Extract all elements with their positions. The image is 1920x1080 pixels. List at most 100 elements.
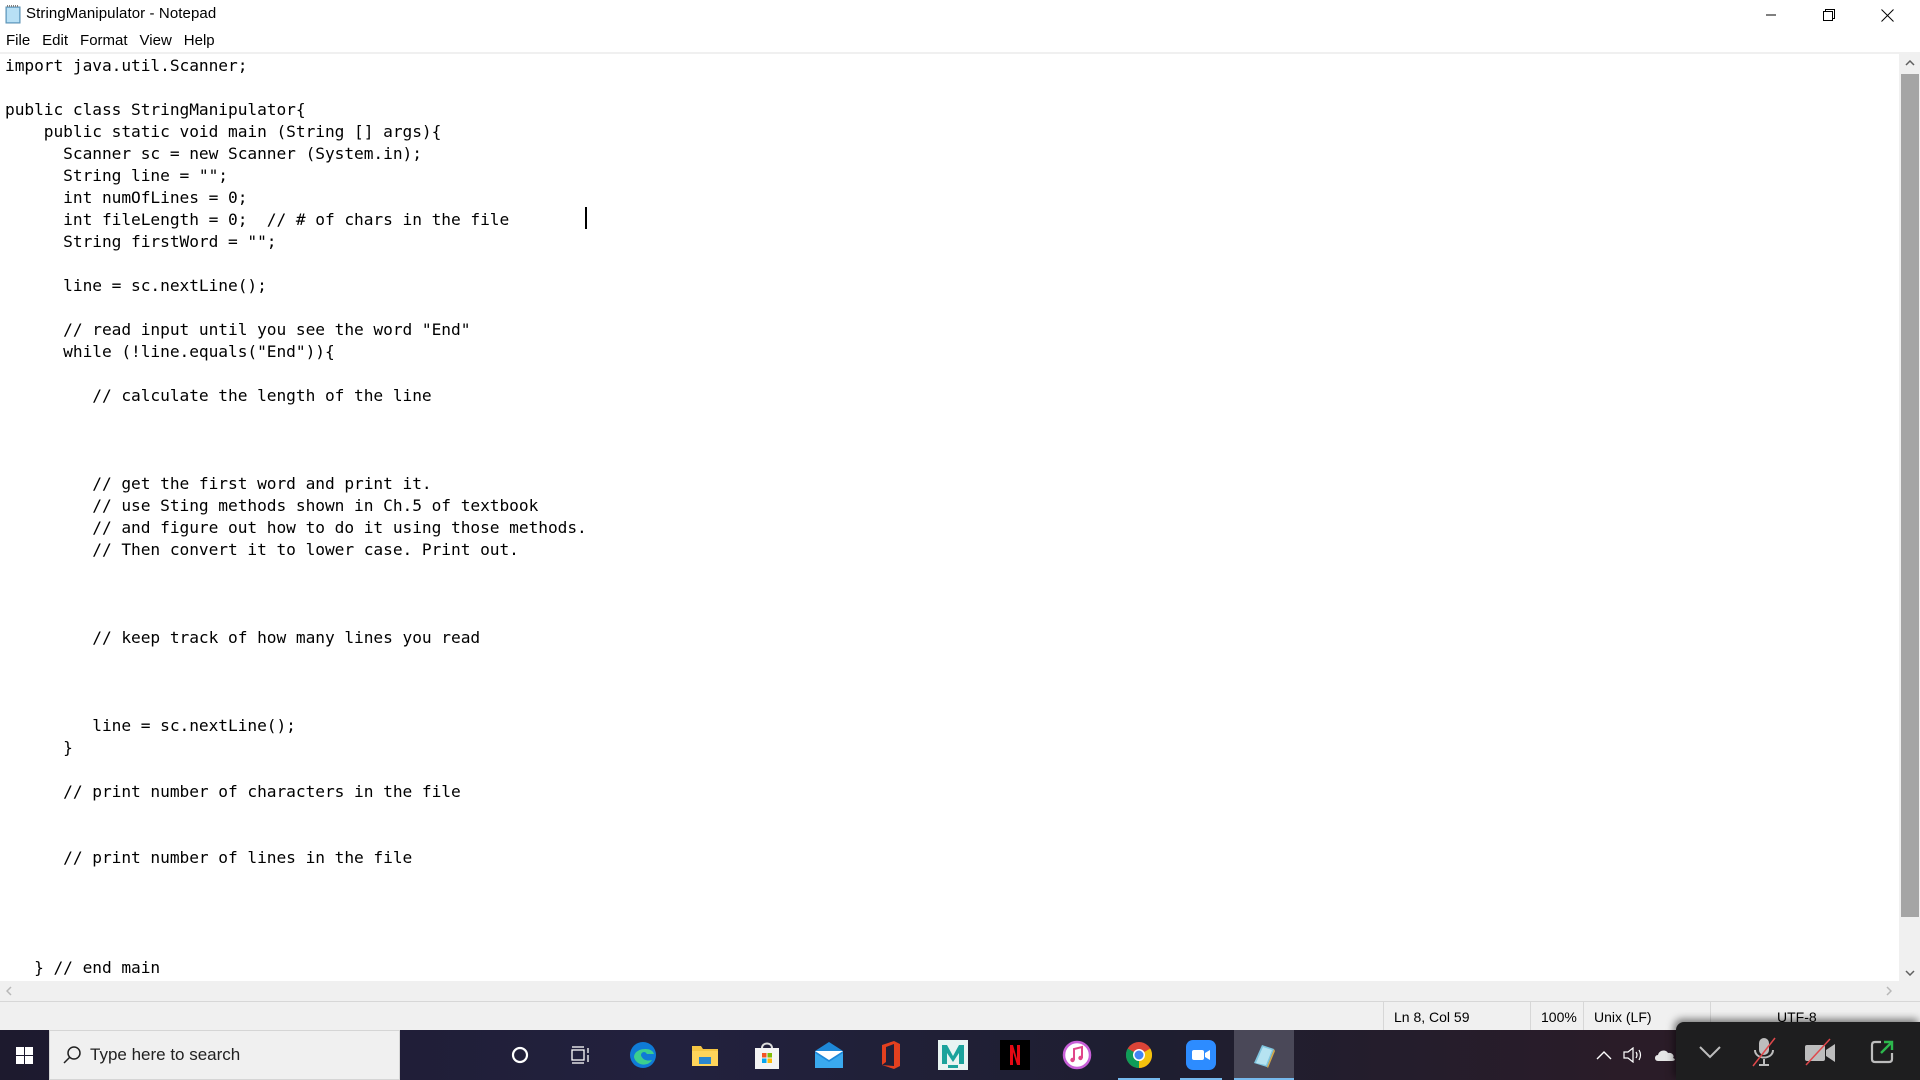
code-line[interactable]: int numOfLines = 0; (5, 187, 587, 209)
task-view-icon (571, 1046, 589, 1064)
notepad-icon (1254, 1045, 1275, 1068)
code-line[interactable]: int fileLength = 0; // # of chars in the… (5, 209, 587, 231)
minimize-button[interactable] (1742, 0, 1800, 30)
scroll-up-button[interactable] (1899, 54, 1920, 71)
chrome-icon (1125, 1042, 1153, 1069)
onedrive-button[interactable] (1652, 1030, 1678, 1080)
code-line[interactable]: // get the first word and print it. (5, 473, 587, 495)
code-line[interactable] (5, 935, 587, 957)
code-line[interactable] (5, 561, 587, 583)
scroll-right-button[interactable] (1880, 981, 1897, 1001)
close-icon (1880, 8, 1894, 22)
code-line[interactable]: // keep track of how many lines you read (5, 627, 587, 649)
code-line[interactable]: String line = ""; (5, 165, 587, 187)
cortana-button[interactable] (495, 1030, 545, 1080)
maya-icon (938, 1040, 968, 1070)
taskbar-maya[interactable] (928, 1030, 978, 1080)
taskbar-file-explorer[interactable] (680, 1030, 730, 1080)
code-line[interactable] (5, 451, 587, 473)
menu-help[interactable]: Help (178, 30, 221, 52)
editor-content[interactable]: import java.util.Scanner; public class St… (5, 55, 587, 979)
taskbar-mail[interactable] (804, 1030, 854, 1080)
folder-icon (692, 1046, 718, 1066)
menu-view[interactable]: View (134, 30, 178, 52)
title-bar: StringManipulator - Notepad (0, 0, 1920, 30)
code-line[interactable]: // calculate the length of the line (5, 385, 587, 407)
code-line[interactable]: String firstWord = ""; (5, 231, 587, 253)
taskbar-notepad[interactable] (1234, 1030, 1294, 1080)
menu-edit[interactable]: Edit (36, 30, 74, 52)
code-line[interactable]: public static void main (String [] args)… (5, 121, 587, 143)
mail-icon (815, 1042, 843, 1068)
scroll-left-button[interactable] (0, 981, 17, 1001)
code-line[interactable] (5, 407, 587, 429)
zoom-unmute-button[interactable] (1742, 1032, 1786, 1072)
restore-button[interactable] (1800, 0, 1858, 30)
code-line[interactable] (5, 605, 587, 627)
horizontal-scrollbar[interactable] (0, 981, 1899, 1001)
taskbar: Type here to search (0, 1030, 1920, 1080)
code-line[interactable]: // read input until you see the word "En… (5, 319, 587, 341)
code-line[interactable] (5, 693, 587, 715)
code-line[interactable] (5, 803, 587, 825)
volume-button[interactable] (1620, 1030, 1648, 1080)
taskbar-chrome[interactable] (1114, 1030, 1164, 1080)
zoom-share-screen-button[interactable] (1860, 1032, 1904, 1072)
mic-muted-icon (1752, 1037, 1776, 1067)
zoom-meeting-toolbar (1676, 1022, 1920, 1080)
menu-file[interactable]: File (0, 30, 36, 52)
code-line[interactable]: line = sc.nextLine(); (5, 275, 587, 297)
code-line[interactable] (5, 649, 587, 671)
store-icon (755, 1042, 779, 1069)
search-placeholder[interactable]: Type here to search (90, 1045, 240, 1065)
code-line[interactable]: // print number of lines in the file (5, 847, 587, 869)
taskbar-search[interactable]: Type here to search (49, 1030, 400, 1080)
taskbar-edge[interactable] (618, 1030, 668, 1080)
code-line[interactable]: } // end main (5, 957, 587, 979)
code-line[interactable]: import java.util.Scanner; (5, 55, 587, 77)
itunes-icon (1062, 1040, 1092, 1070)
code-line[interactable] (5, 913, 587, 935)
vertical-scroll-thumb[interactable] (1901, 74, 1919, 917)
chevron-right-icon (1885, 986, 1892, 996)
start-button[interactable] (0, 1030, 48, 1080)
code-line[interactable] (5, 363, 587, 385)
code-line[interactable] (5, 583, 587, 605)
zoom-start-video-button[interactable] (1798, 1032, 1842, 1072)
code-line[interactable]: public class StringManipulator{ (5, 99, 587, 121)
zoom-collapse-button[interactable] (1688, 1032, 1732, 1072)
code-line[interactable]: line = sc.nextLine(); (5, 715, 587, 737)
close-button[interactable] (1858, 0, 1916, 30)
text-editor[interactable]: import java.util.Scanner; public class St… (0, 54, 1898, 981)
scroll-down-button[interactable] (1899, 964, 1920, 981)
menu-format[interactable]: Format (74, 30, 134, 52)
code-line[interactable]: Scanner sc = new Scanner (System.in); (5, 143, 587, 165)
code-line[interactable] (5, 429, 587, 451)
window-title: StringManipulator - Notepad (26, 5, 217, 22)
code-line[interactable] (5, 759, 587, 781)
code-line[interactable] (5, 869, 587, 891)
taskbar-netflix[interactable] (990, 1030, 1040, 1080)
taskbar-office[interactable] (866, 1030, 916, 1080)
code-line[interactable] (5, 671, 587, 693)
code-line[interactable]: // and figure out how to do it using tho… (5, 517, 587, 539)
code-line[interactable]: // print number of characters in the fil… (5, 781, 587, 803)
code-line[interactable]: } (5, 737, 587, 759)
code-line[interactable]: // Then convert it to lower case. Print … (5, 539, 587, 561)
code-line[interactable] (5, 253, 587, 275)
code-line[interactable]: // use Sting methods shown in Ch.5 of te… (5, 495, 587, 517)
chevron-left-icon (5, 986, 12, 996)
show-hidden-icons-button[interactable] (1592, 1030, 1616, 1080)
code-line[interactable] (5, 297, 587, 319)
code-line[interactable] (5, 825, 587, 847)
chevron-down-icon (1904, 969, 1915, 976)
taskbar-itunes[interactable] (1052, 1030, 1102, 1080)
vertical-scrollbar[interactable] (1899, 54, 1920, 981)
code-line[interactable]: while (!line.equals("End")){ (5, 341, 587, 363)
share-screen-icon (1870, 1040, 1894, 1064)
code-line[interactable] (5, 891, 587, 913)
code-line[interactable] (5, 77, 587, 99)
task-view-button[interactable] (556, 1030, 606, 1080)
taskbar-microsoft-store[interactable] (742, 1030, 792, 1080)
taskbar-zoom[interactable] (1176, 1030, 1226, 1080)
